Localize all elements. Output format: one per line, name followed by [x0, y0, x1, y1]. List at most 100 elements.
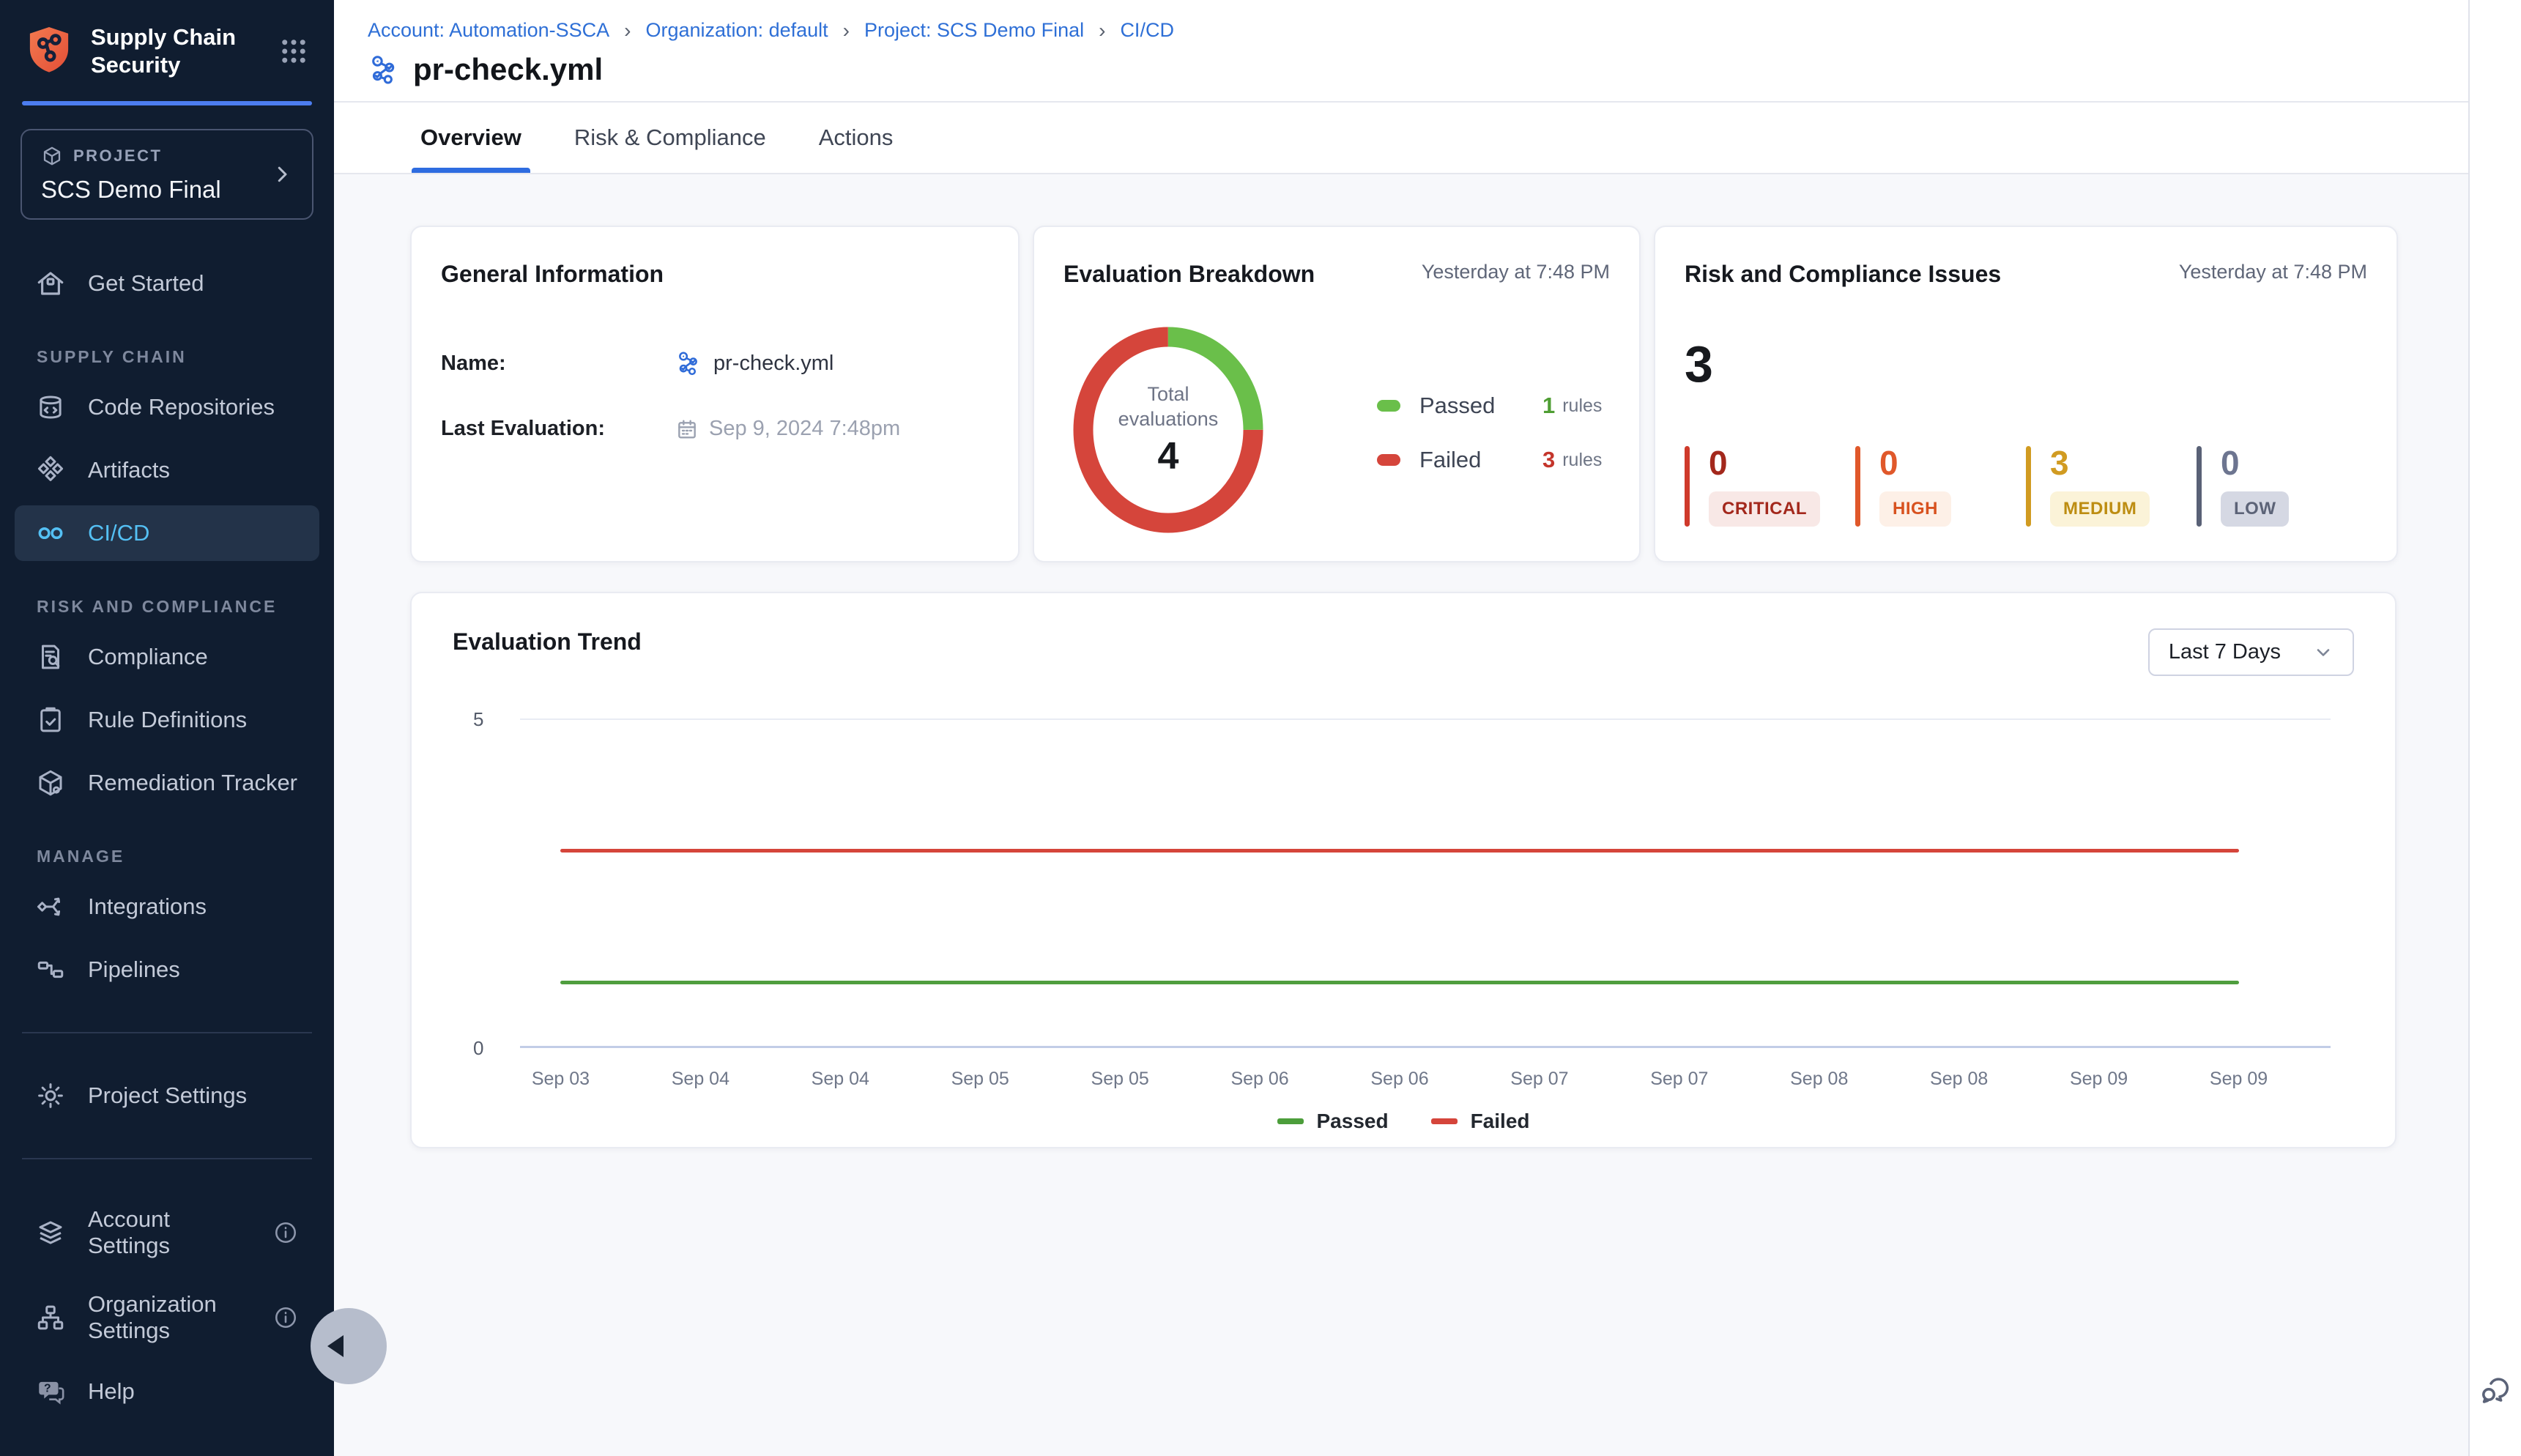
apps-grid-icon[interactable] — [278, 36, 309, 67]
tab-overview[interactable]: Overview — [420, 103, 521, 173]
risk-compliance-issues-card: Risk and Compliance Issues Yesterday at … — [1654, 226, 2398, 562]
support-chat-icon[interactable] — [2477, 1373, 2512, 1408]
donut-center-value: 4 — [1158, 434, 1179, 478]
package-icon — [35, 768, 66, 798]
trend-legend: Passed Failed — [453, 1110, 2354, 1133]
severity-breakdown: 0 CRITICAL 0 HIGH — [1685, 446, 2367, 527]
sidebar-divider — [22, 1158, 312, 1159]
card-title: Evaluation Breakdown — [1063, 261, 1315, 288]
severity-count: 0 — [1709, 446, 1820, 480]
page-header: Account: Automation-SSCA › Organization:… — [334, 0, 2470, 103]
org-hierarchy-gear-icon — [35, 1302, 66, 1333]
card-title: Risk and Compliance Issues — [1685, 261, 2001, 288]
severity-badge: CRITICAL — [1709, 491, 1820, 527]
x-tick-label: Sep 05 — [910, 1069, 1050, 1090]
sidebar-item-help[interactable]: ? Help — [15, 1364, 319, 1419]
breadcrumb-account[interactable]: Account: Automation-SSCA — [368, 19, 609, 42]
severity-badge: HIGH — [1879, 491, 1951, 527]
sidebar-divider — [22, 1032, 312, 1033]
sidebar-item-label: Get Started — [88, 270, 204, 297]
x-tick-label: Sep 04 — [631, 1069, 771, 1090]
sidebar-item-rule-definitions[interactable]: Rule Definitions — [15, 692, 319, 748]
x-tick-label: Sep 06 — [1330, 1069, 1470, 1090]
legend-label: Failed — [1419, 447, 1542, 473]
sidebar-item-remediation-tracker[interactable]: Remediation Tracker — [15, 755, 319, 811]
info-icon[interactable] — [272, 1219, 299, 1246]
sidebar-item-project-settings[interactable]: Project Settings — [15, 1068, 319, 1123]
sidebar-item-label: CI/CD — [88, 520, 149, 546]
time-range-select[interactable]: Last 7 Days — [2148, 628, 2354, 676]
y-axis-min-label: 0 — [473, 1037, 483, 1060]
legend-passed-row: Passed 1 rules — [1377, 393, 1602, 419]
breadcrumb: Account: Automation-SSCA › Organization:… — [368, 19, 2470, 42]
sidebar-item-compliance[interactable]: Compliance — [15, 629, 319, 685]
module-accent-bar — [22, 101, 312, 105]
x-tick-label: Sep 07 — [1469, 1069, 1609, 1090]
severity-low: 0 LOW — [2197, 446, 2367, 527]
breadcrumb-cicd[interactable]: CI/CD — [1120, 19, 1174, 42]
general-information-card: General Information Name: pr-check. — [410, 226, 1020, 562]
failed-series-line — [560, 849, 2239, 853]
sidebar-item-label: Rule Definitions — [88, 707, 247, 733]
evaluation-breakdown-card: Evaluation Breakdown Yesterday at 7:48 P… — [1033, 226, 1641, 562]
severity-critical: 0 CRITICAL — [1685, 446, 1855, 527]
info-icon[interactable] — [272, 1304, 299, 1331]
layers-gear-icon — [35, 1217, 66, 1248]
cube-icon — [41, 145, 63, 167]
artifacts-icon — [35, 455, 66, 486]
content: General Information Name: pr-check. — [334, 174, 2470, 1148]
breadcrumb-separator: › — [624, 21, 631, 41]
x-tick-label: Sep 04 — [771, 1069, 910, 1090]
legend-label: Passed — [1317, 1110, 1389, 1133]
sidebar-item-label: Help — [88, 1378, 135, 1405]
sidebar-item-label: Pipelines — [88, 957, 180, 983]
tab-risk-compliance[interactable]: Risk & Compliance — [574, 103, 766, 173]
app-window: Supply Chain Security PROJECT SCS Demo F… — [0, 0, 2521, 1456]
breadcrumb-project[interactable]: Project: SCS Demo Final — [864, 19, 1084, 42]
sidebar: Supply Chain Security PROJECT SCS Demo F… — [0, 0, 334, 1456]
sidebar-item-pipelines[interactable]: Pipelines — [15, 942, 319, 998]
supply-chain-security-logo-icon — [25, 25, 73, 78]
project-selector[interactable]: PROJECT SCS Demo Final — [21, 129, 313, 220]
breadcrumb-organization[interactable]: Organization: default — [646, 19, 828, 42]
trend-line-chart: 5 0 Sep 03 Sep 04 Sep 04 Sep 05 — [473, 718, 2342, 1048]
clipboard-check-icon — [35, 705, 66, 735]
sidebar-item-integrations[interactable]: Integrations — [15, 879, 319, 935]
sidebar-item-artifacts[interactable]: Artifacts — [15, 442, 319, 498]
sidebar-collapse-handle[interactable] — [311, 1308, 387, 1384]
brand-title: Supply Chain Security — [91, 23, 261, 79]
code-repo-icon — [35, 392, 66, 423]
x-axis-labels: Sep 03 Sep 04 Sep 04 Sep 05 Sep 05 Sep 0… — [491, 1069, 2309, 1090]
pipelines-icon — [35, 954, 66, 985]
sidebar-item-account-settings[interactable]: Account Settings — [15, 1194, 319, 1271]
name-value: pr-check.yml — [713, 352, 833, 376]
sidebar-item-get-started[interactable]: Get Started — [15, 256, 319, 311]
calendar-icon — [675, 417, 699, 441]
severity-bar — [1685, 446, 1690, 527]
pipeline-file-icon — [675, 349, 703, 377]
legend-count: 1 — [1542, 393, 1555, 419]
failed-line-icon — [1431, 1118, 1458, 1124]
project-label: PROJECT — [73, 146, 162, 166]
tab-bar: Overview Risk & Compliance Actions — [334, 103, 2470, 174]
sidebar-nav: Get Started SUPPLY CHAIN Code Repositori… — [0, 220, 334, 1456]
evaluation-trend-card: Evaluation Trend Last 7 Days 5 0 — [410, 592, 2396, 1148]
right-rail — [2468, 0, 2521, 1456]
sidebar-item-organization-settings[interactable]: Organization Settings — [15, 1279, 319, 1356]
sidebar-item-code-repositories[interactable]: Code Repositories — [15, 379, 319, 435]
user-menu[interactable]: TK Teja Kummarikuntla — [15, 1441, 319, 1456]
sidebar-item-label: Account Settings — [88, 1206, 250, 1259]
sidebar-item-label: Artifacts — [88, 457, 170, 483]
sidebar-item-cicd[interactable]: CI/CD — [15, 505, 319, 561]
project-name: SCS Demo Final — [41, 176, 271, 204]
page-title: pr-check.yml — [413, 52, 603, 87]
tab-actions[interactable]: Actions — [819, 103, 894, 173]
severity-count: 0 — [2221, 446, 2289, 480]
evaluation-legend: Passed 1 rules Failed 3 rules — [1377, 393, 1602, 473]
legend-label: Passed — [1419, 393, 1542, 419]
legend-unit: rules — [1562, 395, 1602, 417]
severity-bar — [2026, 446, 2031, 527]
donut-center-label: Total evaluations — [1106, 382, 1230, 431]
sidebar-item-label: Project Settings — [88, 1082, 247, 1109]
x-tick-label: Sep 07 — [1609, 1069, 1749, 1090]
